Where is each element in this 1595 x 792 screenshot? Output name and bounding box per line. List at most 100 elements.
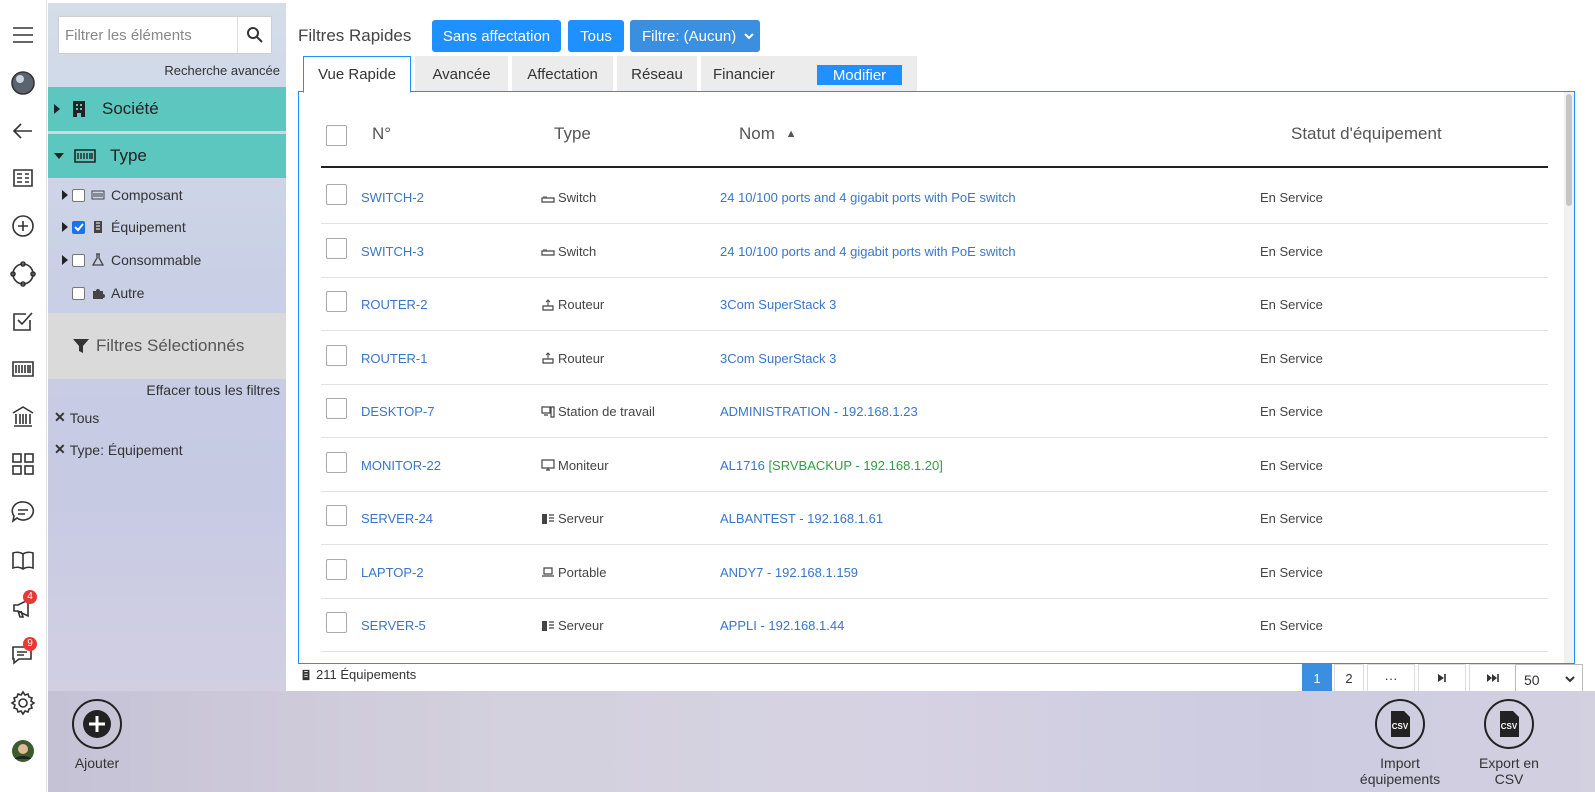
equipment-number-link[interactable]: LAPTOP-2 [361,565,424,580]
last-page-icon[interactable] [1469,664,1517,692]
search-icon[interactable] [237,17,271,53]
row-checkbox[interactable] [326,505,347,526]
page-button-2[interactable]: 2 [1334,664,1364,692]
tab-financial[interactable]: Financier Modifier [701,56,917,92]
filter-dropdown[interactable]: Filtre: (Aucun) [630,20,760,52]
row-checkbox[interactable] [326,184,347,205]
header-status[interactable]: Statut d'équipement [1291,124,1442,144]
equipment-name-link[interactable]: 24 10/100 ports and 4 gigabit ports with… [720,244,1016,259]
other-checkbox[interactable] [72,286,85,300]
row-checkbox[interactable] [326,237,347,259]
select-all-checkbox[interactable] [326,125,347,146]
all-filter-button[interactable]: Tous [568,20,624,52]
equipment-number-link[interactable]: SWITCH-3 [361,244,424,259]
table-row[interactable]: DESKTOP-7 Station de travail ADMINISTRATIO… [321,384,1548,438]
messages-icon[interactable]: 9 [9,637,37,669]
table-row[interactable]: LAPTOP-2 Portable ANDY7 - 192.168.1.159 En … [321,545,1548,599]
header-number[interactable]: N° [372,124,391,144]
consumable-checkbox[interactable] [72,253,85,267]
type-item-component[interactable]: Composant [62,183,183,207]
megaphone-icon[interactable]: 4 [9,590,37,622]
table-scrollbar[interactable] [1564,92,1574,663]
equipment-name-link[interactable]: ANDY7 - 192.168.1.159 [720,565,858,580]
table-row[interactable]: ROUTER-1 Routeur 3Com SuperStack 3 En Servi… [321,331,1548,385]
export-button[interactable]: CSV Export en CSV [1476,699,1542,787]
equipment-name-link[interactable]: ALBANTEST - 192.168.1.61 [720,511,883,526]
sort-ascending-icon[interactable]: ▲ [786,128,797,140]
avatar[interactable] [9,737,37,765]
barcode-icon[interactable] [9,355,37,383]
table-row[interactable]: ROUTER-2 Routeur 3Com SuperStack 3 En Servi… [321,277,1548,331]
equipment-name-link[interactable]: APPLI - 192.168.1.44 [720,618,844,633]
book-icon[interactable] [9,546,37,574]
csv-import-icon[interactable]: CSV [1375,699,1425,749]
group-type[interactable]: Type [48,134,286,178]
table-row[interactable]: SWITCH-3 Switch 24 10/100 ports and 4 giga… [321,224,1548,278]
tab-advanced[interactable]: Avancée [415,56,508,92]
table-row[interactable]: SERVER-24 Serveur ALBANTEST - 192.168.1.61… [321,491,1548,545]
bank-icon[interactable] [9,403,37,431]
equipment-number-link[interactable]: SWITCH-2 [361,190,424,205]
add-icon[interactable] [72,699,122,749]
csv-export-icon[interactable]: CSV [1484,699,1534,749]
expand-caret-icon[interactable] [62,255,68,265]
equipment-number-link[interactable]: ROUTER-1 [361,351,427,366]
remove-filter-icon[interactable]: ✕ [54,409,66,426]
tab-quick-view[interactable]: Vue Rapide [303,56,411,93]
modify-button[interactable]: Modifier [817,65,902,85]
equipment-number-link[interactable]: MONITOR-22 [361,458,441,473]
row-checkbox[interactable] [326,291,347,312]
apps-grid-icon[interactable] [9,450,37,478]
type-item-equipment[interactable]: Équipement [62,215,186,239]
scrollbar-thumb[interactable] [1566,94,1572,206]
next-page-icon[interactable] [1418,664,1466,692]
expand-caret-icon[interactable] [62,222,68,232]
equipment-number-link[interactable]: SERVER-24 [361,511,433,526]
remove-filter-icon[interactable]: ✕ [54,441,66,458]
header-name[interactable]: Nom ▲ [739,124,797,144]
row-checkbox[interactable] [326,612,347,633]
unassigned-filter-button[interactable]: Sans affectation [432,20,561,52]
equipment-name-link[interactable]: AL1716 [SRVBACKUP - 192.168.1.20] [720,458,943,473]
table-row[interactable]: MONITOR-22 Moniteur AL1716 [SRVBACKUP - 19… [321,438,1548,492]
equipment-checkbox[interactable] [72,220,85,234]
equipment-name-link[interactable]: 3Com SuperStack 3 [720,351,836,366]
settings-icon[interactable] [9,689,37,717]
tab-assignment[interactable]: Affectation [512,56,613,92]
row-checkbox[interactable] [326,398,347,419]
clear-all-filters-link[interactable]: Effacer tous les filtres [146,382,280,398]
group-company[interactable]: Société [48,87,286,131]
add-button[interactable]: Ajouter [72,699,122,771]
equipment-number-link[interactable]: ROUTER-2 [361,297,427,312]
equipment-name-link[interactable]: 24 10/100 ports and 4 gigabit ports with… [720,190,1016,205]
table-row[interactable]: SERVER-5 Serveur APPLI - 192.168.1.44 En Se… [321,598,1548,652]
cycle-icon[interactable] [9,260,37,288]
page-button-1[interactable]: 1 [1302,664,1332,692]
import-button[interactable]: CSV Import équipements [1360,699,1440,787]
checklist-icon[interactable] [9,307,37,335]
component-checkbox[interactable] [72,188,85,202]
back-arrow-icon[interactable] [9,117,37,145]
table-row[interactable]: SWITCH-2 Switch 24 10/100 ports and 4 giga… [321,170,1548,224]
equipment-name-link[interactable]: 3Com SuperStack 3 [720,297,836,312]
chat-bubble-icon[interactable] [9,498,37,526]
add-circle-icon[interactable] [9,212,37,240]
page-ellipsis-button[interactable]: ··· [1367,664,1415,692]
type-item-other[interactable]: Autre [62,281,144,305]
equipment-number-link[interactable]: DESKTOP-7 [361,404,434,419]
tab-network[interactable]: Réseau [617,56,697,92]
search-input[interactable] [59,17,237,53]
type-item-consumable[interactable]: Consommable [62,248,201,272]
active-filter-chip[interactable]: ✕ Tous [54,409,99,426]
receipt-icon[interactable] [9,164,37,192]
header-type[interactable]: Type [554,124,591,144]
row-checkbox[interactable] [326,558,347,580]
row-checkbox[interactable] [326,344,347,366]
equipment-name-link[interactable]: ADMINISTRATION - 192.168.1.23 [720,404,918,419]
active-filter-chip[interactable]: ✕ Type: Équipement [54,441,183,458]
equipment-number-link[interactable]: SERVER-5 [361,618,426,633]
menu-icon[interactable] [9,21,37,49]
row-checkbox[interactable] [326,451,347,473]
advanced-search-link[interactable]: Recherche avancée [164,63,280,78]
globe-icon[interactable] [9,69,37,97]
